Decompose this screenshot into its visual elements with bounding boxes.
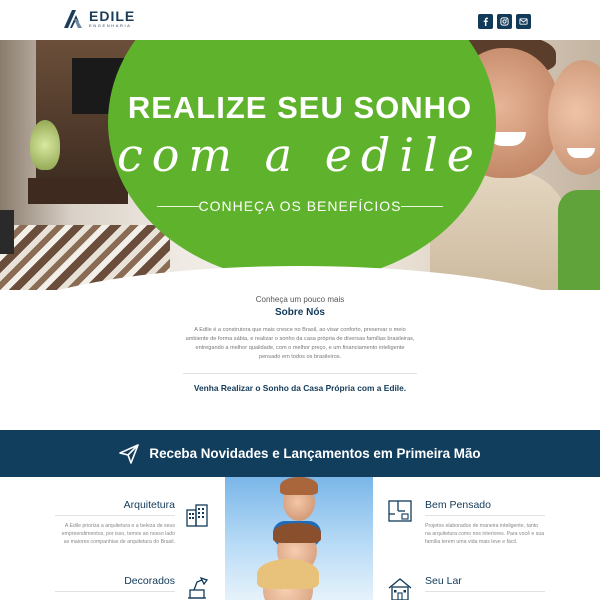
feature-divider [55,515,175,516]
family-photo [225,477,373,600]
feature-text: A Edile prioriza a arquitetura e a belez… [61,523,175,545]
feature-bem-pensado: Bem Pensado Projetos elaborados de manei… [425,499,545,546]
feature-seu-lar: Seu Lar [425,575,545,598]
paper-plane-icon [119,443,140,464]
kid-hair-top [280,477,318,495]
instagram-icon [500,17,509,26]
hero-cta-link[interactable]: CONHEÇA OS BENEFÍCIOS [0,198,600,214]
about-kicker: Conheça um pouco mais [255,295,345,304]
hero-banner: REALIZE SEU SONHO com a edile CONHEÇA OS… [0,40,600,290]
logo[interactable]: EDILE ENGENHARIA [64,9,135,28]
facebook-icon [483,17,488,26]
logo-mark-icon [64,9,82,28]
facebook-link[interactable] [478,14,493,29]
feature-text: Projetos elaborados de maneira inteligen… [425,523,545,545]
hero-script: com a edile [116,128,484,182]
site-header: EDILE ENGENHARIA [0,0,600,40]
feature-divider [425,591,545,592]
about-divider [183,373,417,374]
logo-subtitle: ENGENHARIA [89,23,132,28]
feature-title: Seu Lar [425,575,462,587]
about-text: A Edile é a construtora que mais cresce … [185,327,415,360]
feature-divider [425,515,545,516]
floor-plan-icon [388,500,412,522]
buildings-icon [186,504,208,527]
about-cta: Venha Realizar o Sonho da Casa Própria c… [193,383,407,393]
feature-title: Decorados [124,575,175,587]
feature-divider [55,591,175,592]
mom-hair [257,559,319,589]
hero-title: REALIZE SEU SONHO [127,90,473,125]
newsletter-text: Receba Novidades e Lançamentos em Primei… [149,446,481,461]
feature-title: Arquitetura [123,499,175,511]
feature-title: Bem Pensado [425,499,491,511]
lamp-desk-icon [188,576,209,599]
email-link[interactable] [516,14,531,29]
email-icon [519,18,528,25]
logo-name: EDILE [89,8,136,24]
house-icon [388,578,412,600]
newsletter-bar[interactable]: Receba Novidades e Lançamentos em Primei… [0,430,600,477]
kid-hair-middle [273,523,321,543]
feature-arquitetura: Arquitetura A Edile prioriza a arquitetu… [55,499,175,546]
feature-decorados: Decorados [55,575,175,598]
about-title: Sobre Nós [274,307,325,318]
hero-sofa [0,210,14,254]
instagram-link[interactable] [497,14,512,29]
